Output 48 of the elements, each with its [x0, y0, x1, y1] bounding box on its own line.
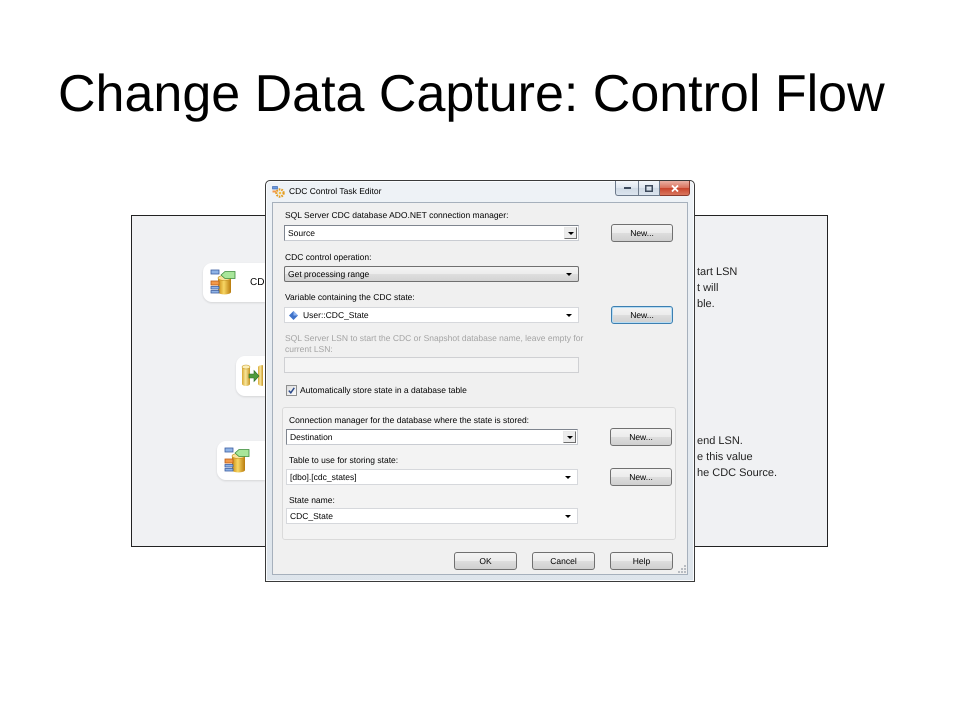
dialog-button[interactable]: Help — [610, 552, 673, 570]
field-label: Variable containing the CDC state: — [284, 291, 416, 303]
caret-icon — [565, 514, 571, 518]
field-label: State name: — [288, 494, 336, 506]
caret-icon — [566, 436, 572, 438]
gear-icon — [272, 186, 285, 198]
caret-icon — [566, 272, 572, 276]
minimize-button[interactable] — [615, 181, 638, 196]
dropdown[interactable]: [dbo].[cdc_states] — [286, 469, 578, 485]
database-icon — [210, 269, 236, 296]
dropdown[interactable]: Source — [284, 225, 579, 241]
field-label: Connection manager for the database where the state is stored: — [288, 414, 530, 426]
caret-icon — [568, 232, 574, 234]
checkbox[interactable] — [286, 384, 297, 396]
dropdown[interactable]: CDC_State — [286, 508, 578, 524]
new-button[interactable]: New... — [611, 306, 673, 324]
dropdown[interactable]: Destination — [286, 429, 578, 445]
caret-icon — [566, 314, 572, 316]
dropdown-button[interactable] — [564, 227, 577, 239]
check-icon — [288, 386, 295, 394]
window-title: CDC Control Task Editor — [289, 186, 382, 197]
resize-grip-icon[interactable] — [678, 565, 686, 573]
dropdown[interactable]: User::CDC_State — [284, 307, 579, 323]
note-text: tart LSN t will ble. — [697, 265, 738, 312]
maximize-button[interactable] — [638, 181, 660, 196]
caret-icon — [565, 476, 571, 478]
new-button[interactable]: New... — [610, 468, 672, 486]
field-label: CDC control operation: — [284, 251, 372, 263]
dialog-button[interactable]: OK — [454, 552, 517, 570]
dialog-button[interactable]: Cancel — [532, 552, 595, 570]
database-icon — [224, 447, 250, 474]
maximize-icon — [645, 184, 653, 192]
close-icon — [670, 184, 678, 192]
field-label: SQL Server LSN to start the CDC or Snapshot database name, leave empty for current LSN: — [284, 333, 584, 355]
minimize-icon — [624, 187, 630, 189]
database-transfer-icon — [241, 363, 263, 389]
node-label: CD — [250, 276, 264, 288]
dropdown[interactable]: Get processing range — [284, 266, 579, 282]
new-button[interactable]: New... — [610, 428, 672, 446]
new-button[interactable]: New... — [611, 224, 673, 242]
field-label: SQL Server CDC database ADO.NET connection manager: — [284, 209, 510, 221]
note-text: end LSN. e this value he CDC Source. — [697, 434, 778, 481]
close-button[interactable] — [660, 181, 690, 196]
diamond-icon — [289, 310, 298, 320]
checkbox-label[interactable]: Automatically store state in a database table — [300, 384, 467, 396]
field-label: Table to use for storing state: — [288, 454, 400, 466]
slide-title: Change Data Capture: Control Flow — [58, 68, 885, 120]
dropdown-button[interactable] — [563, 431, 576, 443]
